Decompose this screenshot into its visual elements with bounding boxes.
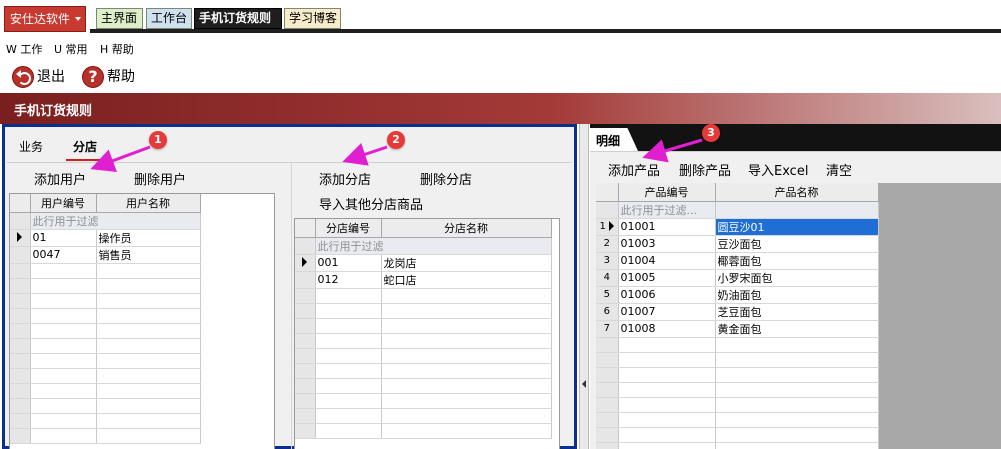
callout-arrow-2 xyxy=(342,142,388,166)
callout-arrow-3 xyxy=(642,138,703,163)
app-window: 安仕达软件 主界面 工作台 手机订货规则 学习博客 W 工作 U 常用 H 帮助… xyxy=(0,0,1001,449)
annotation-overlay xyxy=(90,138,703,173)
callout-arrow-1 xyxy=(90,145,151,173)
callout-badge-2: 2 xyxy=(387,131,405,149)
callout-badge-3: 3 xyxy=(702,124,720,142)
callout-badge-1: 1 xyxy=(149,131,167,149)
